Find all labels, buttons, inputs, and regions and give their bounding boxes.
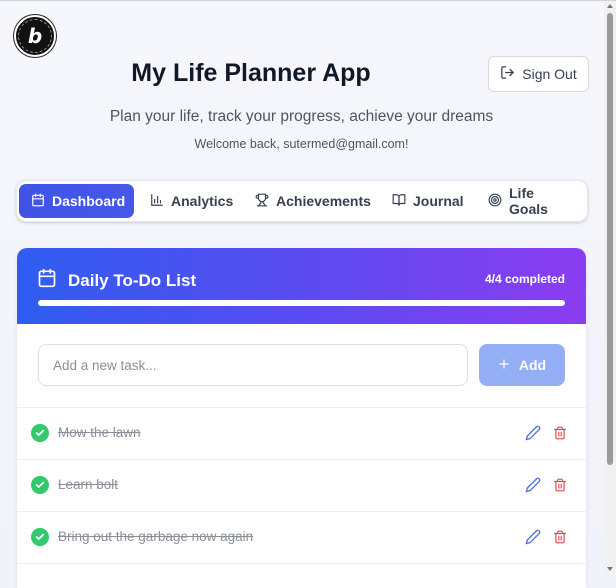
calendar-icon [31, 193, 45, 210]
edit-pencil-icon[interactable] [525, 477, 541, 493]
new-task-input[interactable] [38, 344, 468, 386]
tab-label: Journal [413, 193, 464, 209]
trash-icon[interactable] [553, 425, 567, 441]
progress-bar [38, 300, 565, 306]
check-circle-icon[interactable] [31, 476, 49, 494]
trash-icon[interactable] [553, 477, 567, 493]
add-task-button[interactable]: Add [479, 344, 565, 386]
target-icon [488, 193, 502, 210]
tab-label: Analytics [171, 193, 234, 209]
edit-pencil-icon[interactable] [525, 425, 541, 441]
page-subtitle: Plan your life, track your progress, ach… [109, 108, 494, 125]
scrollbar-thumb[interactable] [607, 13, 613, 465]
welcome-message: Welcome back, sutermed@gmail.com! [194, 137, 409, 151]
check-circle-icon[interactable] [31, 528, 49, 546]
add-label: Add [518, 357, 547, 373]
task-row: Learn bolt [17, 460, 586, 511]
check-circle-icon[interactable] [31, 424, 49, 442]
progress-fill [38, 300, 565, 306]
task-text: Learn bolt [58, 477, 119, 492]
page-title: My Life Planner App [131, 59, 371, 87]
trophy-icon [255, 193, 269, 210]
bar-chart-icon [150, 193, 164, 210]
sign-out-icon [500, 65, 515, 83]
vertical-scrollbar[interactable] [604, 1, 616, 574]
divider [17, 563, 586, 564]
tab-dashboard[interactable]: Dashboard [19, 184, 134, 218]
book-open-icon [392, 193, 406, 210]
edit-pencil-icon[interactable] [525, 529, 541, 545]
tab-life-goals[interactable]: Life Goals [476, 184, 587, 218]
calendar-icon [37, 268, 57, 293]
scroll-down-arrow-icon[interactable] [607, 567, 613, 571]
todo-title: Daily To-Do List [37, 268, 196, 293]
tab-label: Life Goals [509, 185, 548, 217]
task-text: Mow the lawn [58, 425, 141, 440]
task-row: Bring out the garbage now again [17, 512, 586, 563]
tab-label: Achievements [276, 193, 371, 209]
sign-out-label: Sign Out [522, 66, 577, 82]
app-viewport: b My Life Planner App Sign Out Plan your… [0, 0, 616, 588]
task-text: Bring out the garbage now again [58, 529, 254, 544]
todo-card-header: Daily To-Do List 4/4 completed [17, 248, 586, 324]
trash-icon[interactable] [553, 529, 567, 545]
tab-achievements[interactable]: Achievements [243, 184, 383, 218]
tab-journal[interactable]: Journal [380, 184, 476, 218]
badge-ring [18, 19, 52, 53]
tab-analytics[interactable]: Analytics [138, 184, 245, 218]
main-tab-bar: Dashboard Analytics Achievements Journal… [16, 180, 588, 222]
todo-card: Daily To-Do List 4/4 completed Add Mow t… [17, 248, 586, 588]
sign-out-button[interactable]: Sign Out [488, 56, 589, 92]
tab-label: Dashboard [52, 193, 126, 209]
completed-count: 4/4 completed [484, 272, 565, 286]
bolt-badge-logo[interactable]: b [14, 15, 56, 57]
plus-icon [498, 357, 510, 373]
task-row: Mow the lawn [17, 408, 586, 459]
scroll-up-arrow-icon[interactable] [607, 4, 613, 8]
todo-title-text: Daily To-Do List [68, 270, 197, 290]
